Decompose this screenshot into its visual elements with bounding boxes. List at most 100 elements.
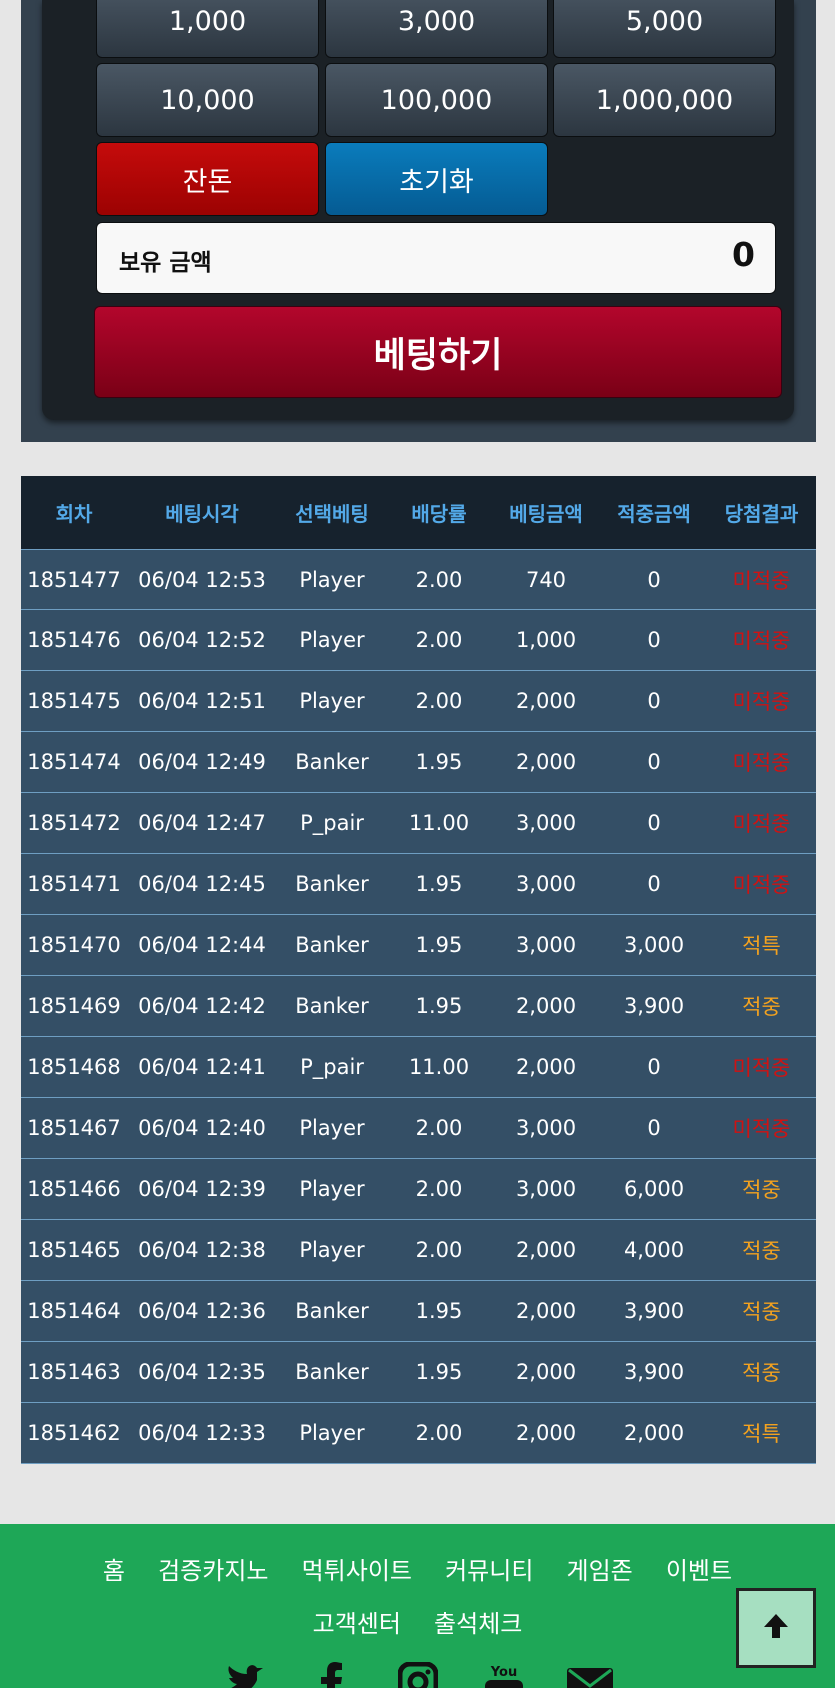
footer-link-home[interactable]: 홈 [103, 1546, 125, 1596]
cell-round: 1851476 [27, 628, 121, 652]
footer-nav: 홈 검증카지노 먹튀사이트 커뮤니티 게임존 이벤트 고객센터 출석체크 [0, 1546, 835, 1652]
cell-selection: Player [299, 567, 365, 592]
remaining-button[interactable]: 잔돈 [96, 142, 319, 216]
svg-text:You: You [489, 1665, 516, 1680]
cell-bet-time: 06/04 12:51 [138, 689, 266, 713]
place-bet-button[interactable]: 베팅하기 [94, 306, 782, 398]
cell-win-amount: 0 [647, 567, 661, 592]
table-row: 1851462 06/04 12:33 Player 2.00 2,000 2,000 적특 [21, 1403, 816, 1464]
twitter-icon[interactable] [221, 1662, 271, 1688]
cell-round: 1851466 [27, 1177, 121, 1201]
cell-selection: Banker [295, 872, 369, 896]
cell-round: 1851465 [27, 1238, 121, 1262]
header-odds: 배당률 [411, 502, 467, 526]
cell-bet-amount: 2,000 [515, 1421, 577, 1445]
cell-bet-time: 06/04 12:40 [138, 1116, 266, 1140]
cell-odds: 11.00 [408, 811, 470, 835]
chip-3000-button[interactable]: 3,000 [325, 0, 548, 58]
cell-odds: 1.95 [415, 994, 463, 1018]
cell-selection: Banker [295, 994, 369, 1018]
cell-result: 적중 [742, 1178, 781, 1202]
chip-10000-button[interactable]: 10,000 [96, 63, 319, 137]
footer-link-attendance[interactable]: 출석체크 [434, 1599, 522, 1649]
mail-icon[interactable] [565, 1662, 615, 1688]
cell-selection: Banker [295, 933, 369, 957]
cell-round: 1851477 [27, 567, 121, 592]
cell-round: 1851464 [27, 1299, 121, 1323]
table-row: 1851469 06/04 12:42 Banker 1.95 2,000 3,900 적중 [21, 976, 816, 1037]
cell-bet-amount: 2,000 [515, 750, 577, 774]
cell-bet-amount: 740 [525, 567, 567, 592]
cell-selection: Player [299, 1177, 365, 1201]
chip-100000-button[interactable]: 100,000 [325, 63, 548, 137]
cell-bet-amount: 2,000 [515, 1360, 577, 1384]
cell-bet-time: 06/04 12:45 [138, 872, 266, 896]
footer-link-scam-sites[interactable]: 먹튀사이트 [302, 1546, 412, 1596]
cell-bet-time: 06/04 12:33 [138, 1421, 266, 1445]
footer-link-events[interactable]: 이벤트 [666, 1546, 732, 1596]
header-win-amount: 적중금액 [617, 502, 691, 526]
table-row: 1851466 06/04 12:39 Player 2.00 3,000 6,000 적중 [21, 1159, 816, 1220]
scroll-to-top-button[interactable] [736, 1588, 816, 1668]
youtube-icon[interactable]: You [479, 1662, 529, 1688]
table-row: 1851470 06/04 12:44 Banker 1.95 3,000 3,000 적특 [21, 915, 816, 976]
cell-selection: P_pair [300, 1055, 364, 1079]
cell-selection: Player [299, 1421, 365, 1445]
header-result: 당첨결과 [724, 502, 799, 526]
table-row: 1851477 06/04 12:53 Player 2.00 740 0 미적중 [21, 549, 816, 610]
footer-link-game-zone[interactable]: 게임존 [567, 1546, 633, 1596]
cell-bet-amount: 3,000 [515, 1116, 577, 1140]
bet-history-table: 회차 베팅시각 선택베팅 배당률 베팅금액 적중금액 당첨결과 1851477 0… [21, 476, 816, 1464]
cell-bet-amount: 2,000 [515, 1238, 577, 1262]
cell-bet-time: 06/04 12:47 [138, 811, 266, 835]
cell-round: 1851475 [27, 689, 121, 713]
reset-button[interactable]: 초기화 [325, 142, 548, 216]
social-links: You [0, 1661, 835, 1688]
cell-bet-amount: 1,000 [515, 628, 577, 652]
cell-win-amount: 0 [647, 1116, 661, 1140]
cell-odds: 2.00 [415, 567, 463, 592]
cell-result: 미적중 [732, 873, 791, 897]
header-bet-amount: 베팅금액 [509, 502, 583, 526]
cell-odds: 1.95 [415, 872, 463, 896]
cell-result: 미적중 [732, 690, 791, 714]
cell-result: 적특 [742, 934, 781, 958]
cell-selection: Banker [295, 1299, 369, 1323]
cell-win-amount: 3,900 [623, 1360, 685, 1384]
footer-link-support[interactable]: 고객센터 [313, 1599, 401, 1649]
bet-panel-frame: 1,000 3,000 5,000 10,000 100,000 1,000,0… [21, 0, 816, 442]
cell-result: 적중 [742, 1361, 781, 1385]
cell-bet-time: 06/04 12:35 [138, 1360, 266, 1384]
table-body: 1851477 06/04 12:53 Player 2.00 740 0 미적중 18514… [21, 549, 816, 1464]
table-row: 1851463 06/04 12:35 Banker 1.95 2,000 3,900 적중 [21, 1342, 816, 1403]
cell-win-amount: 4,000 [623, 1238, 685, 1262]
cell-round: 1851471 [27, 872, 121, 896]
cell-result: 미적중 [732, 1056, 791, 1080]
cell-result: 적중 [742, 1300, 781, 1324]
cell-bet-amount: 3,000 [515, 933, 577, 957]
cell-bet-time: 06/04 12:49 [138, 750, 266, 774]
instagram-icon[interactable] [393, 1661, 443, 1688]
footer-link-community[interactable]: 커뮤니티 [445, 1546, 533, 1596]
table-row: 1851475 06/04 12:51 Player 2.00 2,000 0 미적중 [21, 671, 816, 732]
facebook-icon[interactable] [307, 1662, 357, 1688]
chip-5000-button[interactable]: 5,000 [553, 0, 776, 58]
arrow-up-icon [761, 1611, 791, 1645]
cell-win-amount: 0 [647, 628, 661, 652]
cell-bet-time: 06/04 12:36 [138, 1299, 266, 1323]
cell-selection: P_pair [300, 811, 364, 835]
cell-win-amount: 3,900 [623, 994, 685, 1018]
cell-odds: 2.00 [415, 1238, 463, 1262]
cell-round: 1851468 [27, 1055, 121, 1079]
cell-win-amount: 0 [647, 811, 661, 835]
balance-value: 0 [732, 235, 755, 274]
cell-bet-time: 06/04 12:52 [138, 628, 266, 652]
cell-selection: Player [299, 1116, 365, 1140]
cell-result: 적특 [742, 1422, 781, 1446]
footer-link-verified-casino[interactable]: 검증카지노 [158, 1546, 268, 1596]
cell-odds: 1.95 [415, 1360, 463, 1384]
chip-1000-button[interactable]: 1,000 [96, 0, 319, 58]
cell-round: 1851474 [27, 750, 121, 774]
chip-1000000-button[interactable]: 1,000,000 [553, 63, 776, 137]
cell-result: 미적중 [732, 751, 791, 775]
